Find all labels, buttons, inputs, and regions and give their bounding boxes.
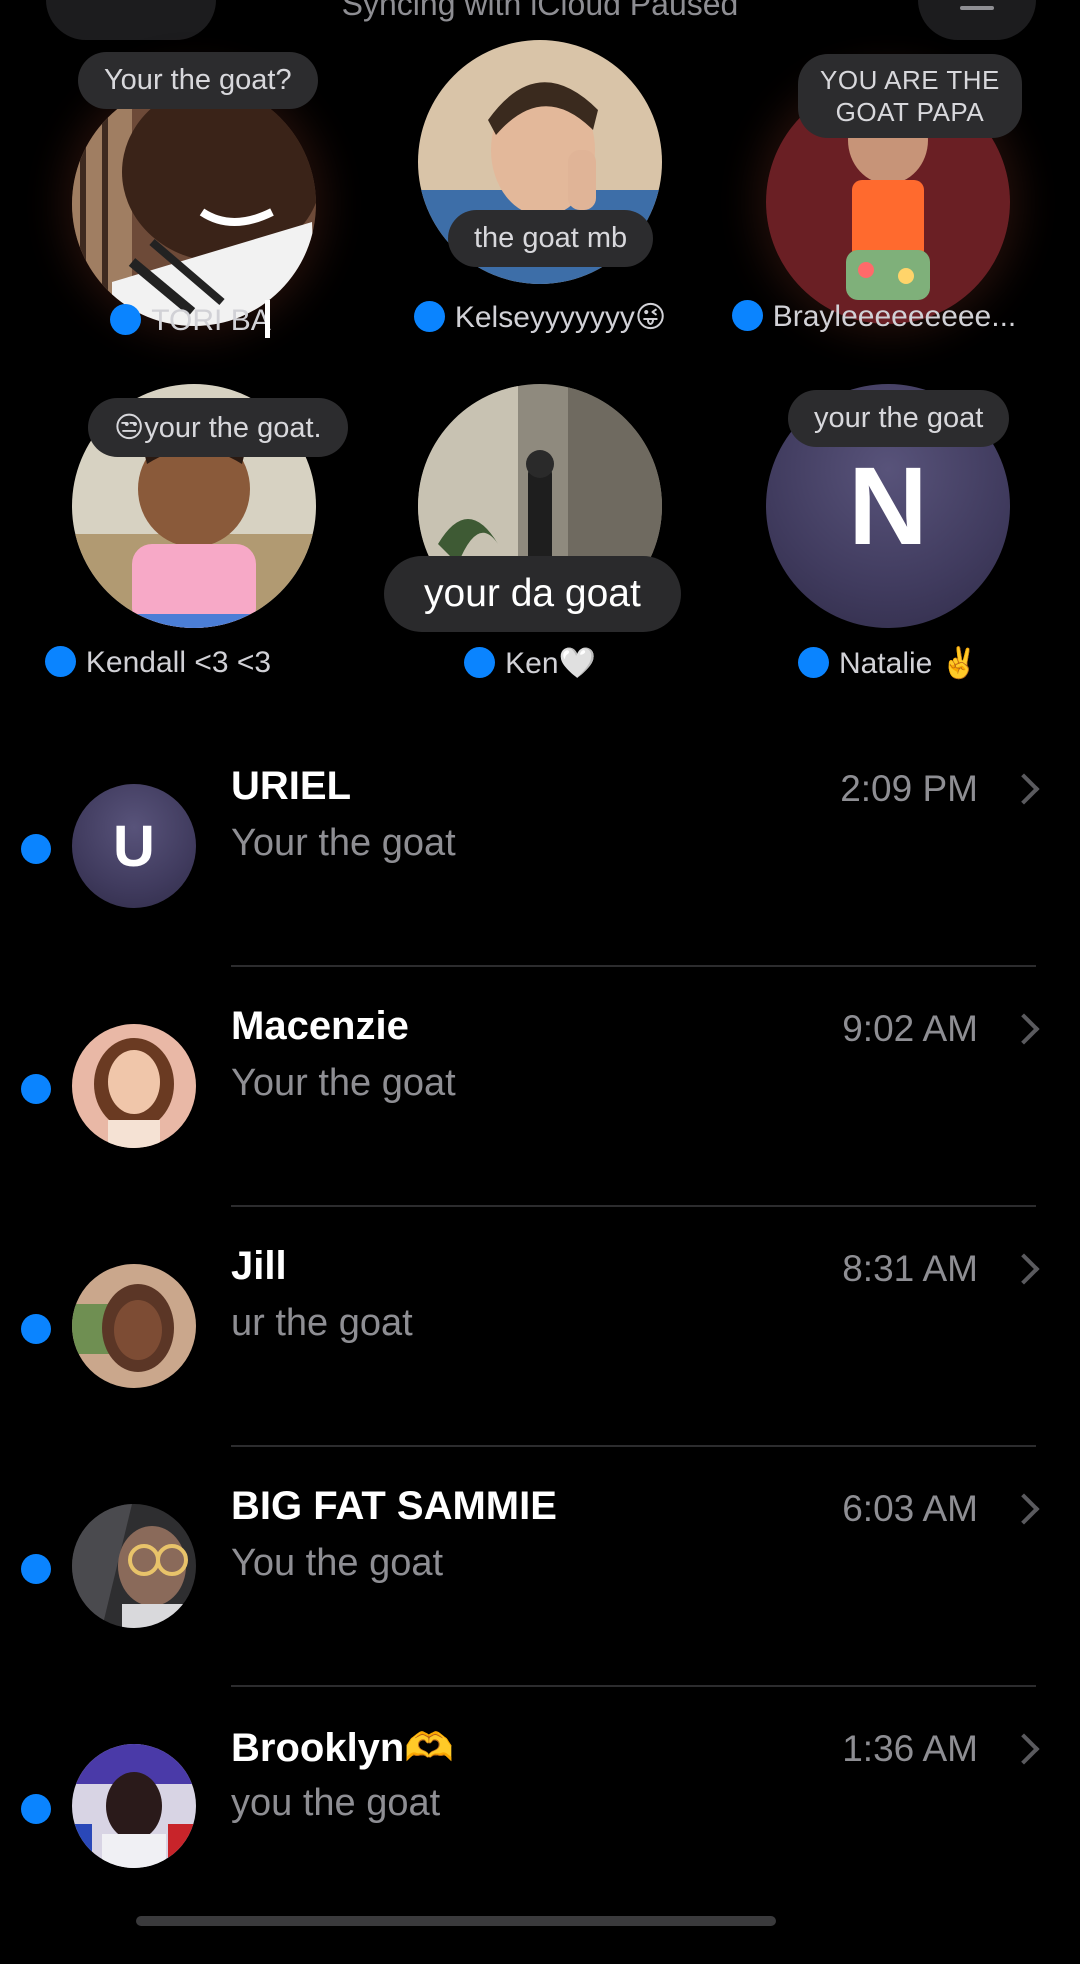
- message-preview: Your the goat: [231, 822, 456, 864]
- avatar: [72, 1024, 196, 1148]
- text-cursor: [264, 300, 270, 338]
- message-preview-bubble: YOU ARE THE GOAT PAPA: [798, 54, 1022, 138]
- unread-dot: [21, 1794, 51, 1824]
- chevron-right-icon: [1008, 773, 1040, 805]
- timestamp: 6:03 AM: [842, 1488, 978, 1529]
- unread-dot: [21, 1554, 51, 1584]
- row-divider: [231, 965, 1036, 967]
- unread-dot: [21, 1074, 51, 1104]
- message-preview: You the goat: [231, 1542, 444, 1584]
- avatar-initial: U: [72, 784, 196, 908]
- timestamp: 8:31 AM: [842, 1248, 978, 1289]
- timestamp: 9:02 AM: [842, 1008, 978, 1049]
- message-preview-bubble: 😒your the goat.: [88, 398, 348, 457]
- avatar: [72, 82, 316, 326]
- unread-dot: [110, 304, 142, 335]
- conversation-row-macenzie[interactable]: Macenzie Your the goat 9:02 AM: [0, 1004, 1080, 1244]
- unread-dot: [21, 834, 51, 864]
- message-preview-bubble: Your the goat?: [78, 52, 318, 109]
- message-preview-bubble: the goat mb: [448, 210, 654, 267]
- pinned-conversation-natalie[interactable]: N your the goat Natalie ✌️: [718, 384, 1058, 714]
- unread-dot: [21, 1314, 51, 1344]
- pinned-conversation-tori[interactable]: Your the goat? TORI BA: [20, 40, 360, 370]
- chevron-right-icon: [1008, 1493, 1040, 1525]
- contact-name: Kelseyyyyyyy😜: [454, 301, 667, 334]
- conversation-row-jill[interactable]: Jill ur the goat 8:31 AM: [0, 1244, 1080, 1484]
- contact-name: URIEL: [231, 764, 351, 808]
- avatar: [72, 1504, 196, 1628]
- compose-icon: [960, 6, 994, 10]
- unread-dot: [44, 646, 76, 677]
- row-divider: [231, 1685, 1036, 1687]
- avatar: [72, 1264, 196, 1388]
- chevron-right-icon: [1008, 1253, 1040, 1285]
- pinned-conversation-kendall[interactable]: 😒your the goat. Kendall <3 <3: [20, 384, 360, 714]
- contact-name: Natalie ✌️: [838, 647, 979, 680]
- unread-dot: [797, 647, 829, 678]
- message-preview: ur the goat: [231, 1302, 413, 1344]
- message-preview-bubble: your da goat: [384, 556, 681, 632]
- unread-dot: [464, 647, 496, 678]
- pinned-conversation-kelsey[interactable]: the goat mb Kelseyyyyyyy😜: [370, 40, 710, 370]
- unread-dot: [413, 301, 445, 332]
- contact-name: Jill: [231, 1244, 287, 1288]
- contact-name: Brayleeeeeeeee...: [772, 300, 1017, 333]
- contact-name: BIG FAT SAMMIE: [231, 1484, 557, 1528]
- contact-name: Kendall <3 <3: [85, 646, 272, 679]
- message-preview: you the goat: [231, 1782, 441, 1824]
- home-indicator: [136, 1916, 776, 1926]
- chevron-right-icon: [1008, 1013, 1040, 1045]
- contact-name: Ken🤍: [505, 647, 596, 680]
- message-preview: Your the goat: [231, 1062, 456, 1104]
- row-divider: [231, 1445, 1036, 1447]
- conversation-row-sammie[interactable]: BIG FAT SAMMIE You the goat 6:03 AM: [0, 1484, 1080, 1724]
- message-preview-bubble: your the goat: [788, 390, 1010, 447]
- conversation-row-uriel[interactable]: U URIEL Your the goat 2:09 PM: [0, 764, 1080, 1004]
- unread-dot: [731, 300, 763, 331]
- avatar: [72, 1744, 196, 1868]
- contact-name: Macenzie: [231, 1004, 409, 1048]
- pinned-conversation-braylee[interactable]: YOU ARE THE GOAT PAPA Brayleeeeeeeee...: [718, 40, 1058, 370]
- timestamp: 1:36 AM: [842, 1728, 978, 1769]
- row-divider: [231, 1205, 1036, 1207]
- contact-name: TORI BA: [151, 304, 271, 337]
- avatar: U: [72, 784, 196, 908]
- timestamp: 2:09 PM: [840, 768, 978, 809]
- chevron-right-icon: [1008, 1733, 1040, 1765]
- compose-button[interactable]: [918, 0, 1036, 40]
- contact-name: Brooklyn🫶: [231, 1726, 455, 1770]
- pinned-conversation-ken[interactable]: your da goat Ken🤍: [370, 384, 710, 714]
- conversation-row-brooklyn[interactable]: Brooklyn🫶 you the goat 1:36 AM: [0, 1724, 1080, 1964]
